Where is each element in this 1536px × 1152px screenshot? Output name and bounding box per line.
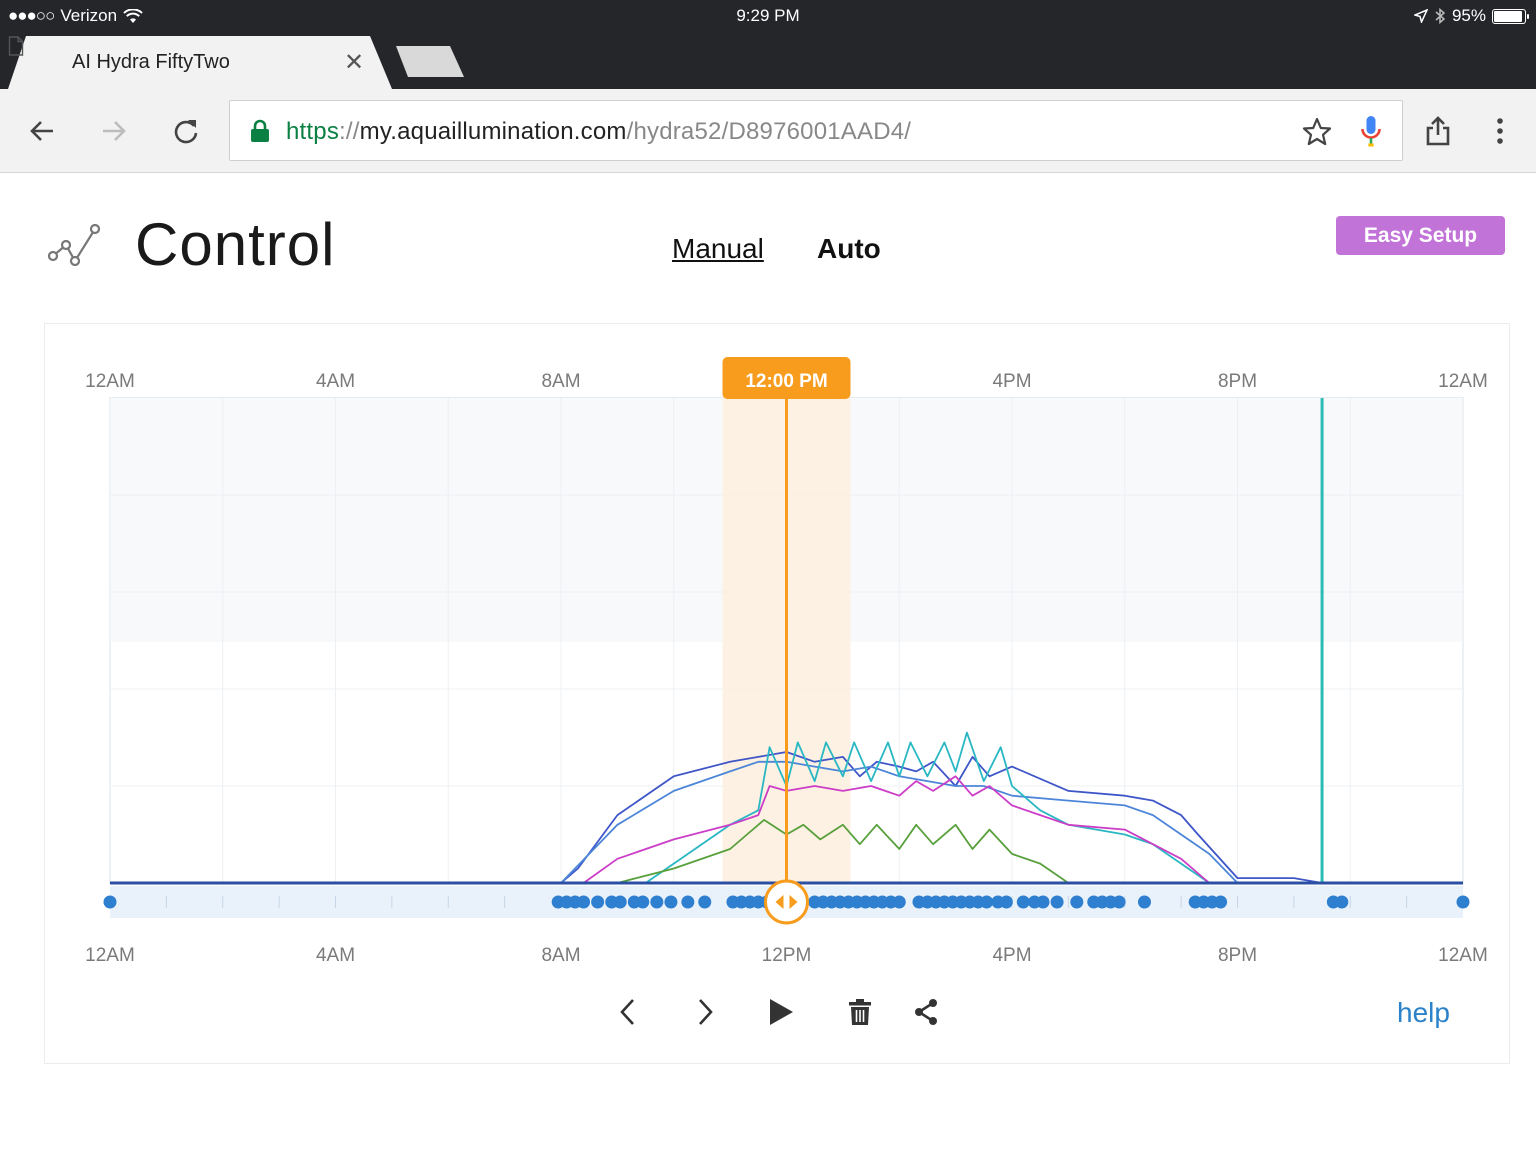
schedule-point — [577, 895, 591, 909]
schedule-point — [650, 895, 664, 909]
schedule-point — [999, 895, 1013, 909]
clock: 9:29 PM — [736, 6, 800, 25]
status-bar: ●●●○○ Verizon 9:29 PM 95% — [0, 0, 1536, 32]
playhead-handle — [764, 879, 809, 925]
top-tick-label: 12AM — [85, 371, 135, 392]
schedule-point — [613, 895, 627, 909]
manual-mode-link[interactable]: Manual — [672, 233, 764, 265]
schedule-point — [591, 895, 605, 909]
page-title: Control — [135, 211, 336, 278]
arrow-left-icon — [30, 121, 53, 141]
share-icon — [1426, 116, 1450, 146]
graph-icon — [48, 223, 101, 266]
bottom-tick-label: 12AM — [1438, 945, 1488, 966]
share-schedule-button[interactable] — [906, 992, 946, 1032]
bottom-tick-label: 12PM — [762, 945, 812, 966]
play-icon — [770, 999, 793, 1025]
bottom-tick-label: 4PM — [992, 945, 1031, 966]
bottom-tick-label: 8PM — [1218, 945, 1257, 966]
browser-tab-active[interactable]: AI Hydra FiftyTwo ✕ — [8, 36, 392, 89]
back-button[interactable] — [24, 113, 60, 149]
auto-mode-tab[interactable]: Auto — [817, 233, 881, 265]
schedule-point — [1214, 895, 1228, 909]
share-button[interactable] — [1420, 113, 1456, 149]
tab-strip: AI Hydra FiftyTwo ✕ — [0, 32, 1536, 89]
schedule-point — [980, 895, 994, 909]
top-tick-label: 4PM — [992, 371, 1031, 392]
previous-point-button[interactable] — [608, 992, 648, 1032]
forward-button[interactable] — [96, 113, 132, 149]
play-button[interactable] — [761, 992, 801, 1032]
top-tick-label: 8PM — [1218, 371, 1257, 392]
location-icon — [1413, 9, 1428, 23]
battery-percent: 95% — [1451, 6, 1486, 25]
playhead-time-label: 12:00 PM — [745, 371, 827, 392]
schedule-point — [1112, 895, 1126, 909]
schedule-point — [1016, 895, 1030, 909]
bottom-tick-label: 12AM — [85, 945, 135, 966]
chevron-left-icon — [620, 999, 634, 1025]
reload-icon — [174, 120, 198, 144]
top-tick-label: 8AM — [541, 371, 580, 392]
bottom-tick-label: 8AM — [541, 945, 580, 966]
help-link[interactable]: help — [1397, 997, 1450, 1029]
arrow-right-icon — [103, 121, 126, 141]
chevron-right-icon — [699, 999, 713, 1025]
bluetooth-icon — [1435, 7, 1446, 25]
schedule-point — [681, 895, 695, 909]
share-nodes-icon — [915, 999, 937, 1025]
close-tab-icon[interactable]: ✕ — [344, 48, 364, 77]
light-schedule-chart[interactable]: 12AM 4AM 8AM 12:00 PM 4PM 8PM 12AM 12AM 4AM 8AM 12… — [45, 324, 1511, 1065]
top-tick-label: 12AM — [1438, 371, 1488, 392]
schedule-point — [664, 895, 678, 909]
address-bar[interactable]: https://my.aquaillumination.com/hydra52/… — [229, 100, 1403, 161]
lock-icon — [251, 119, 269, 142]
schedule-point — [1456, 895, 1470, 909]
schedule-point — [1050, 895, 1064, 909]
schedule-panel: 12AM 4AM 8AM 12:00 PM 4PM 8PM 12AM 12AM 4AM 8AM 12… — [44, 323, 1510, 1064]
bottom-tick-label: 4AM — [316, 945, 355, 966]
schedule-point — [892, 895, 906, 909]
easy-setup-button[interactable]: Easy Setup — [1336, 216, 1505, 255]
microphone-icon[interactable] — [1360, 115, 1382, 149]
schedule-point — [103, 895, 117, 909]
url-text: https://my.aquaillumination.com/hydra52/… — [286, 118, 912, 145]
top-tick-label: 4AM — [316, 371, 355, 392]
schedule-point — [698, 895, 712, 909]
next-point-button[interactable] — [685, 992, 725, 1032]
schedule-point — [1137, 895, 1151, 909]
more-vert-icon — [1497, 118, 1503, 144]
battery-icon — [1492, 8, 1529, 24]
schedule-point — [1070, 895, 1084, 909]
schedule-point — [636, 895, 650, 909]
tab-title: AI Hydra FiftyTwo — [72, 51, 230, 73]
reload-button[interactable] — [168, 113, 204, 149]
schedule-point — [1036, 895, 1050, 909]
new-tab-button[interactable] — [396, 46, 464, 77]
delete-point-button[interactable] — [840, 992, 880, 1032]
browser-toolbar: https://my.aquaillumination.com/hydra52/… — [0, 89, 1536, 173]
schedule-point — [1335, 895, 1349, 909]
star-icon[interactable] — [1302, 117, 1332, 147]
trash-icon — [849, 999, 871, 1025]
menu-button[interactable] — [1482, 113, 1518, 149]
document-icon — [8, 36, 24, 56]
